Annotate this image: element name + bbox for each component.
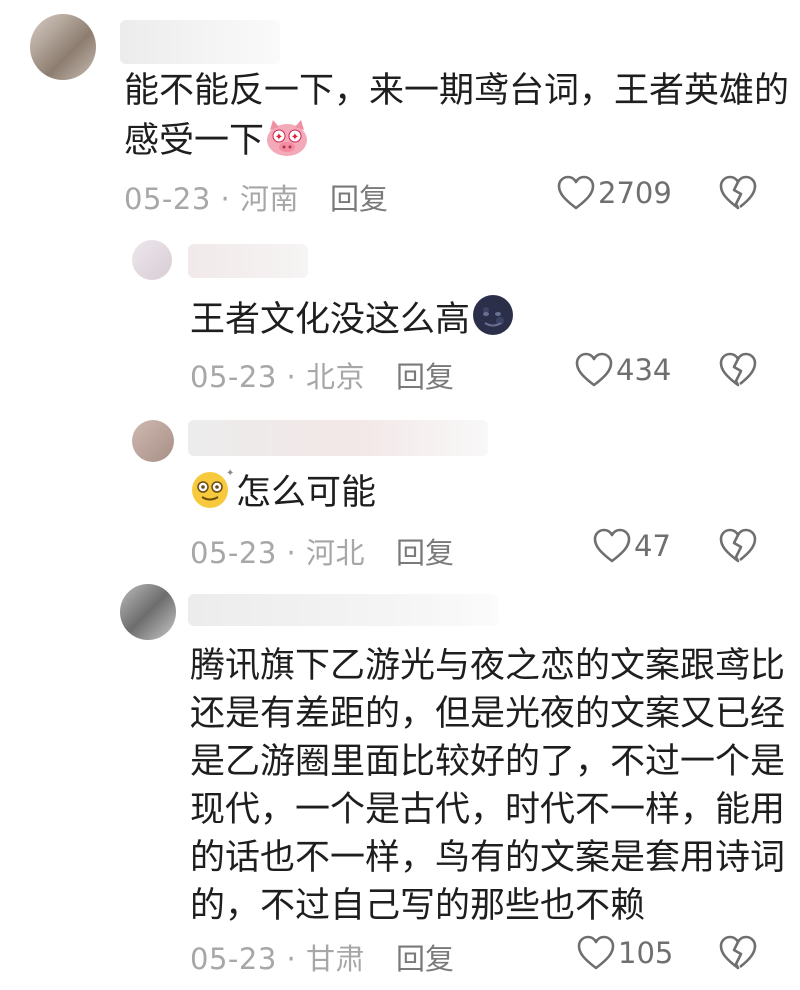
broken-heart-icon [719,935,757,970]
reply-button[interactable]: 回复 [396,530,454,572]
comment-meta: 05-23 · 河北 [190,536,365,570]
like-count: 105 [618,936,674,970]
comment-text: 能不能反一下，来一期鸢台词，王者英雄的 感受一下 ✦ ✦ [124,66,789,172]
heart-icon [575,352,613,387]
comment-text: 王者文化没这么高 [190,293,516,351]
dislike-button[interactable] [718,934,758,976]
heart-icon [577,935,615,970]
broken-heart-icon [719,528,757,563]
new-moon-face-icon [470,293,516,351]
reply-button[interactable]: 回复 [396,354,454,396]
svg-text:✦: ✦ [275,132,283,143]
heart-icon [593,528,631,563]
heart-icon [557,175,595,210]
username-blurred[interactable] [188,420,488,456]
dizzy-face-icon: ✦ [188,466,236,524]
svg-text:✦: ✦ [291,132,299,143]
like-button[interactable]: 2709 [556,174,672,212]
broken-heart-icon [719,352,757,387]
comment-text: ✦ 怎么可能 [188,466,376,524]
dislike-button[interactable] [718,174,758,216]
comment-text: 腾讯旗下乙游光与夜之恋的文案跟鸢比 还是有差距的，但是光夜的文案又已经 是乙游圈… [190,646,786,926]
svg-text:✦: ✦ [226,468,234,479]
dislike-button[interactable] [718,351,758,393]
comment-meta: 05-23 · 河南 [124,182,299,216]
avatar[interactable] [120,584,176,640]
broken-heart-icon [719,175,757,210]
like-button[interactable]: 434 [574,351,671,389]
like-button[interactable]: 47 [592,527,671,565]
username-blurred[interactable] [188,594,498,626]
like-count: 47 [634,529,671,563]
comment-meta: 05-23 · 甘肃 [190,942,365,976]
username-blurred[interactable] [120,20,280,64]
pig-face-icon: ✦ ✦ [264,118,310,172]
reply-button[interactable]: 回复 [396,936,454,978]
comment-meta: 05-23 · 北京 [190,360,365,394]
like-count: 434 [616,353,672,387]
avatar[interactable] [132,240,172,280]
avatar[interactable] [30,14,96,80]
dislike-button[interactable] [718,527,758,569]
like-button[interactable]: 105 [576,934,673,972]
username-blurred[interactable] [188,244,308,278]
like-count: 2709 [598,176,672,210]
avatar[interactable] [132,420,174,462]
reply-button[interactable]: 回复 [330,176,388,218]
